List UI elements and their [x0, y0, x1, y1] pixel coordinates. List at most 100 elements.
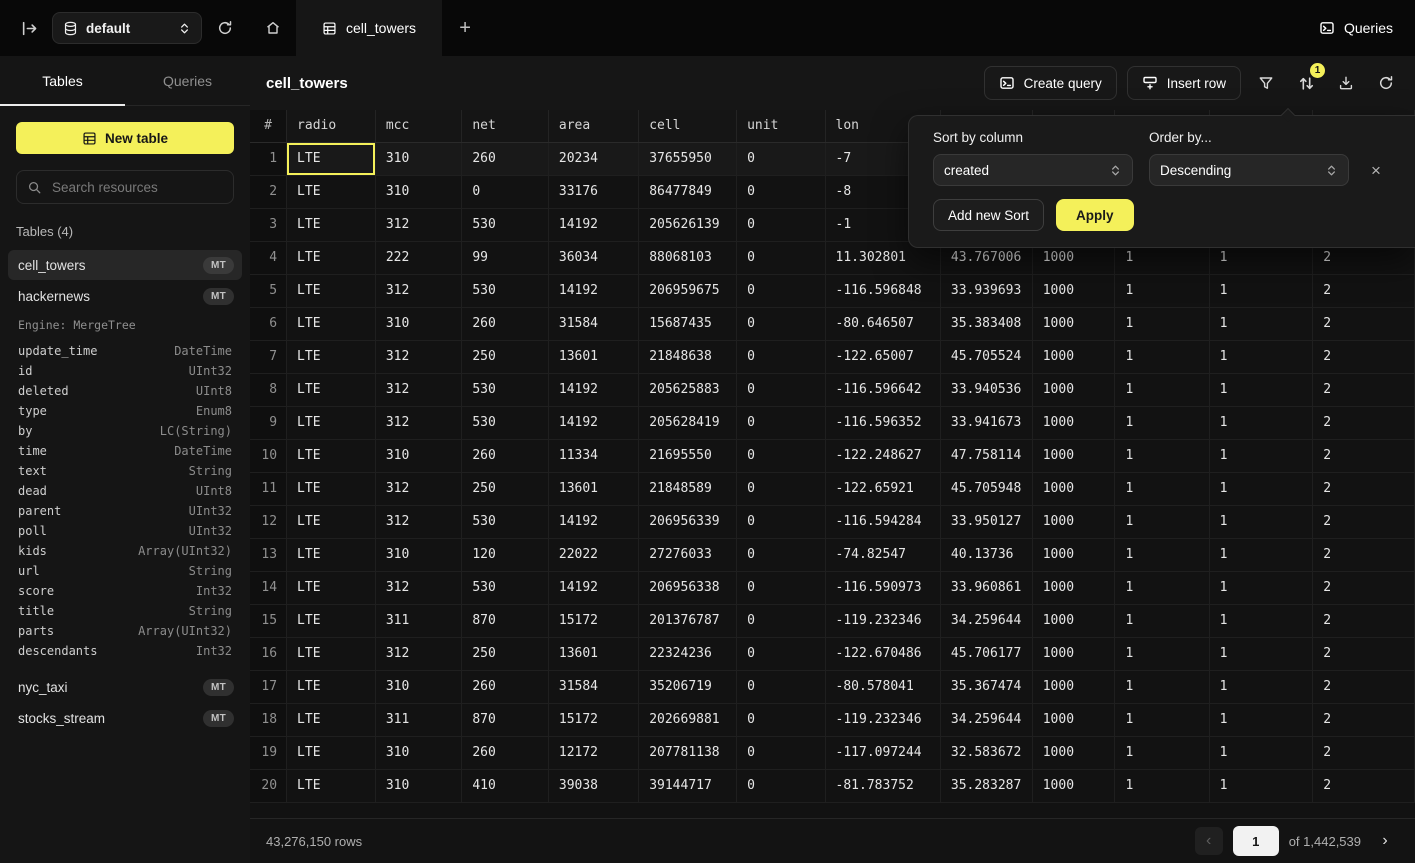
database-refresh-button[interactable]	[210, 13, 240, 43]
cell[interactable]: -119.232346	[825, 604, 940, 637]
cell[interactable]: 1	[1209, 340, 1313, 373]
cell[interactable]: -80.646507	[825, 307, 940, 340]
cell[interactable]: LTE	[287, 241, 376, 274]
cell[interactable]: 1000	[1032, 472, 1115, 505]
cell[interactable]: 1000	[1032, 505, 1115, 538]
cell[interactable]: 40.13736	[940, 538, 1032, 571]
row-number[interactable]: 20	[250, 769, 287, 802]
cell[interactable]: 530	[462, 406, 549, 439]
cell[interactable]: 312	[375, 505, 462, 538]
cell[interactable]: 15687435	[639, 307, 737, 340]
cell[interactable]: 1	[1209, 538, 1313, 571]
row-number[interactable]: 13	[250, 538, 287, 571]
row-number[interactable]: 3	[250, 208, 287, 241]
row-number[interactable]: 7	[250, 340, 287, 373]
sidebar-tab-queries[interactable]: Queries	[125, 56, 250, 105]
cell[interactable]: 1	[1209, 307, 1313, 340]
search-input[interactable]	[50, 179, 223, 196]
cell[interactable]: 310	[375, 307, 462, 340]
cell[interactable]: 39038	[548, 769, 638, 802]
cell[interactable]: -74.82547	[825, 538, 940, 571]
cell[interactable]: 14192	[548, 373, 638, 406]
cell[interactable]: 34.259644	[940, 604, 1032, 637]
cell[interactable]: 2	[1313, 472, 1415, 505]
row-number[interactable]: 6	[250, 307, 287, 340]
cell[interactable]: 1	[1115, 472, 1209, 505]
add-sort-button[interactable]: Add new Sort	[933, 199, 1044, 231]
cell[interactable]: 0	[737, 142, 825, 175]
cell[interactable]: 33.941673	[940, 406, 1032, 439]
cell[interactable]: 260	[462, 670, 549, 703]
cell[interactable]: -117.097244	[825, 736, 940, 769]
cell[interactable]: 0	[737, 670, 825, 703]
column-header-cell[interactable]: cell	[639, 110, 737, 142]
cell[interactable]: 312	[375, 340, 462, 373]
cell[interactable]: 310	[375, 670, 462, 703]
cell[interactable]: 22324236	[639, 637, 737, 670]
cell[interactable]: -122.248627	[825, 439, 940, 472]
cell[interactable]: 1000	[1032, 769, 1115, 802]
cell[interactable]: 2	[1313, 505, 1415, 538]
cell[interactable]: 1	[1115, 538, 1209, 571]
row-number[interactable]: 2	[250, 175, 287, 208]
cell[interactable]: 310	[375, 439, 462, 472]
apply-sort-button[interactable]: Apply	[1056, 199, 1134, 231]
cell[interactable]: 0	[737, 439, 825, 472]
cell[interactable]: 1	[1115, 571, 1209, 604]
cell[interactable]: 15172	[548, 703, 638, 736]
cell[interactable]: 36034	[548, 241, 638, 274]
cell[interactable]: 1	[1209, 736, 1313, 769]
cell[interactable]: 31584	[548, 670, 638, 703]
cell[interactable]: 312	[375, 373, 462, 406]
cell[interactable]: 2	[1313, 769, 1415, 802]
cell[interactable]: LTE	[287, 505, 376, 538]
cell[interactable]: 1	[1115, 406, 1209, 439]
cell[interactable]: 2	[1313, 373, 1415, 406]
cell[interactable]: 14192	[548, 505, 638, 538]
cell[interactable]: 2	[1313, 571, 1415, 604]
cell[interactable]: 2	[1313, 703, 1415, 736]
cell[interactable]: 45.706177	[940, 637, 1032, 670]
next-page-button[interactable]: ›	[1371, 827, 1399, 855]
cell[interactable]: LTE	[287, 406, 376, 439]
sort-button[interactable]: 1	[1291, 68, 1321, 98]
create-query-button[interactable]: Create query	[984, 66, 1117, 100]
cell[interactable]: 250	[462, 472, 549, 505]
cell[interactable]: 13601	[548, 637, 638, 670]
cell[interactable]: LTE	[287, 604, 376, 637]
cell[interactable]: 1000	[1032, 307, 1115, 340]
cell[interactable]: 1	[1209, 406, 1313, 439]
cell[interactable]: LTE	[287, 142, 376, 175]
cell[interactable]: 35.367474	[940, 670, 1032, 703]
cell[interactable]: 202669881	[639, 703, 737, 736]
cell[interactable]: 39144717	[639, 769, 737, 802]
cell[interactable]: 206956339	[639, 505, 737, 538]
cell[interactable]: 1	[1209, 373, 1313, 406]
cell[interactable]: 21848638	[639, 340, 737, 373]
cell[interactable]: 1	[1115, 505, 1209, 538]
insert-row-button[interactable]: Insert row	[1127, 66, 1241, 100]
cell[interactable]: 13601	[548, 340, 638, 373]
cell[interactable]: 311	[375, 703, 462, 736]
cell[interactable]: 33.940536	[940, 373, 1032, 406]
cell[interactable]: LTE	[287, 307, 376, 340]
cell[interactable]: 1	[1115, 340, 1209, 373]
row-number[interactable]: 16	[250, 637, 287, 670]
cell[interactable]: 1000	[1032, 340, 1115, 373]
cell[interactable]: 312	[375, 274, 462, 307]
cell[interactable]: LTE	[287, 439, 376, 472]
cell[interactable]: 0	[737, 604, 825, 637]
tab-cell-towers[interactable]: cell_towers	[296, 0, 442, 56]
cell[interactable]: 1	[1115, 637, 1209, 670]
cell[interactable]: 2	[1313, 439, 1415, 472]
cell[interactable]: -116.594284	[825, 505, 940, 538]
cell[interactable]: 1	[1209, 769, 1313, 802]
row-number[interactable]: 12	[250, 505, 287, 538]
cell[interactable]: 1000	[1032, 439, 1115, 472]
cell[interactable]: 14192	[548, 406, 638, 439]
cell[interactable]: 34.259644	[940, 703, 1032, 736]
new-table-button[interactable]: New table	[16, 122, 234, 154]
cell[interactable]: 310	[375, 769, 462, 802]
cell[interactable]: 205626139	[639, 208, 737, 241]
queries-button[interactable]: Queries	[1319, 0, 1415, 56]
